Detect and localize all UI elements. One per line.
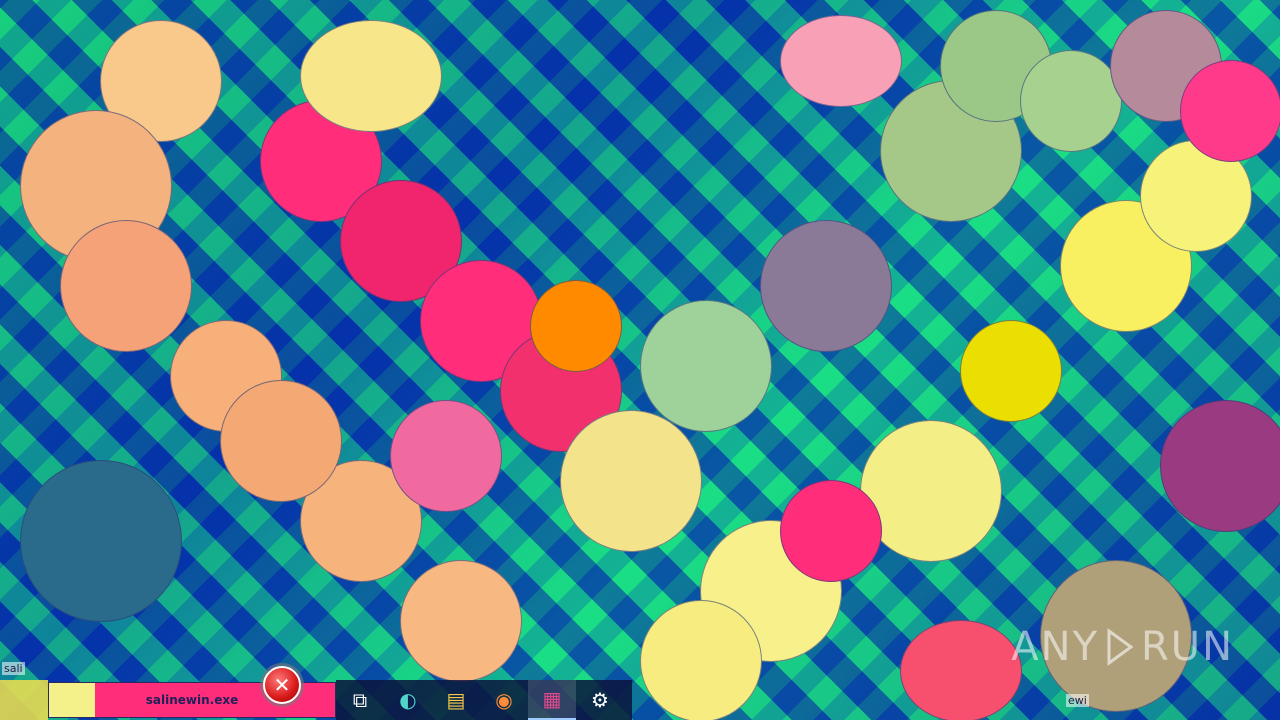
error-close-icon[interactable]: ✕ <box>263 666 301 704</box>
glitch-circle <box>1180 60 1280 162</box>
glitch-circle <box>560 410 702 552</box>
firefox-icon[interactable]: ◉ <box>480 680 528 720</box>
start-button[interactable] <box>0 680 48 720</box>
glitch-background <box>0 0 1280 720</box>
glitch-circle <box>900 620 1022 720</box>
glitch-circle <box>60 220 192 352</box>
glitch-circle <box>640 300 772 432</box>
play-triangle-icon <box>1107 628 1134 666</box>
glitch-circle <box>20 460 182 622</box>
glitch-circle <box>640 600 762 720</box>
glitch-circle <box>860 420 1002 562</box>
watermark-text-right: RUN <box>1141 624 1234 670</box>
glitch-circle <box>300 20 442 132</box>
edge-icon[interactable]: ◐ <box>384 680 432 720</box>
glitch-circle <box>530 280 622 372</box>
glitch-circle <box>220 380 342 502</box>
glitch-circle <box>1160 400 1280 532</box>
desktop-fragment-label-left: sali <box>2 662 25 675</box>
desktop-screen: sali ewi ANY RUN salinewin.exe ⧉ ◐ ▤ ◉ ▦… <box>0 0 1280 720</box>
taskbar-window-label: salinewin.exe <box>145 693 239 707</box>
glitch-circle <box>390 400 502 512</box>
glitch-circle <box>780 15 902 107</box>
glitch-circle <box>1020 50 1122 152</box>
winrar-icon[interactable]: ▦ <box>528 680 576 720</box>
settings-icon[interactable]: ⚙ <box>576 680 624 720</box>
watermark-text-left: ANY <box>1011 624 1099 670</box>
task-view-icon[interactable]: ⧉ <box>336 680 384 720</box>
file-explorer-icon[interactable]: ▤ <box>432 680 480 720</box>
anyrun-watermark: ANY RUN <box>1011 624 1234 670</box>
taskbar: salinewin.exe ⧉ ◐ ▤ ◉ ▦ ⚙ <box>0 680 640 720</box>
glitch-circle <box>760 220 892 352</box>
desktop-fragment-label-right: ewi <box>1066 694 1089 707</box>
glitch-circle <box>400 560 522 682</box>
taskbar-pinned-apps: ⧉ ◐ ▤ ◉ ▦ ⚙ <box>336 680 632 720</box>
glitch-circle <box>960 320 1062 422</box>
glitch-circle <box>780 480 882 582</box>
